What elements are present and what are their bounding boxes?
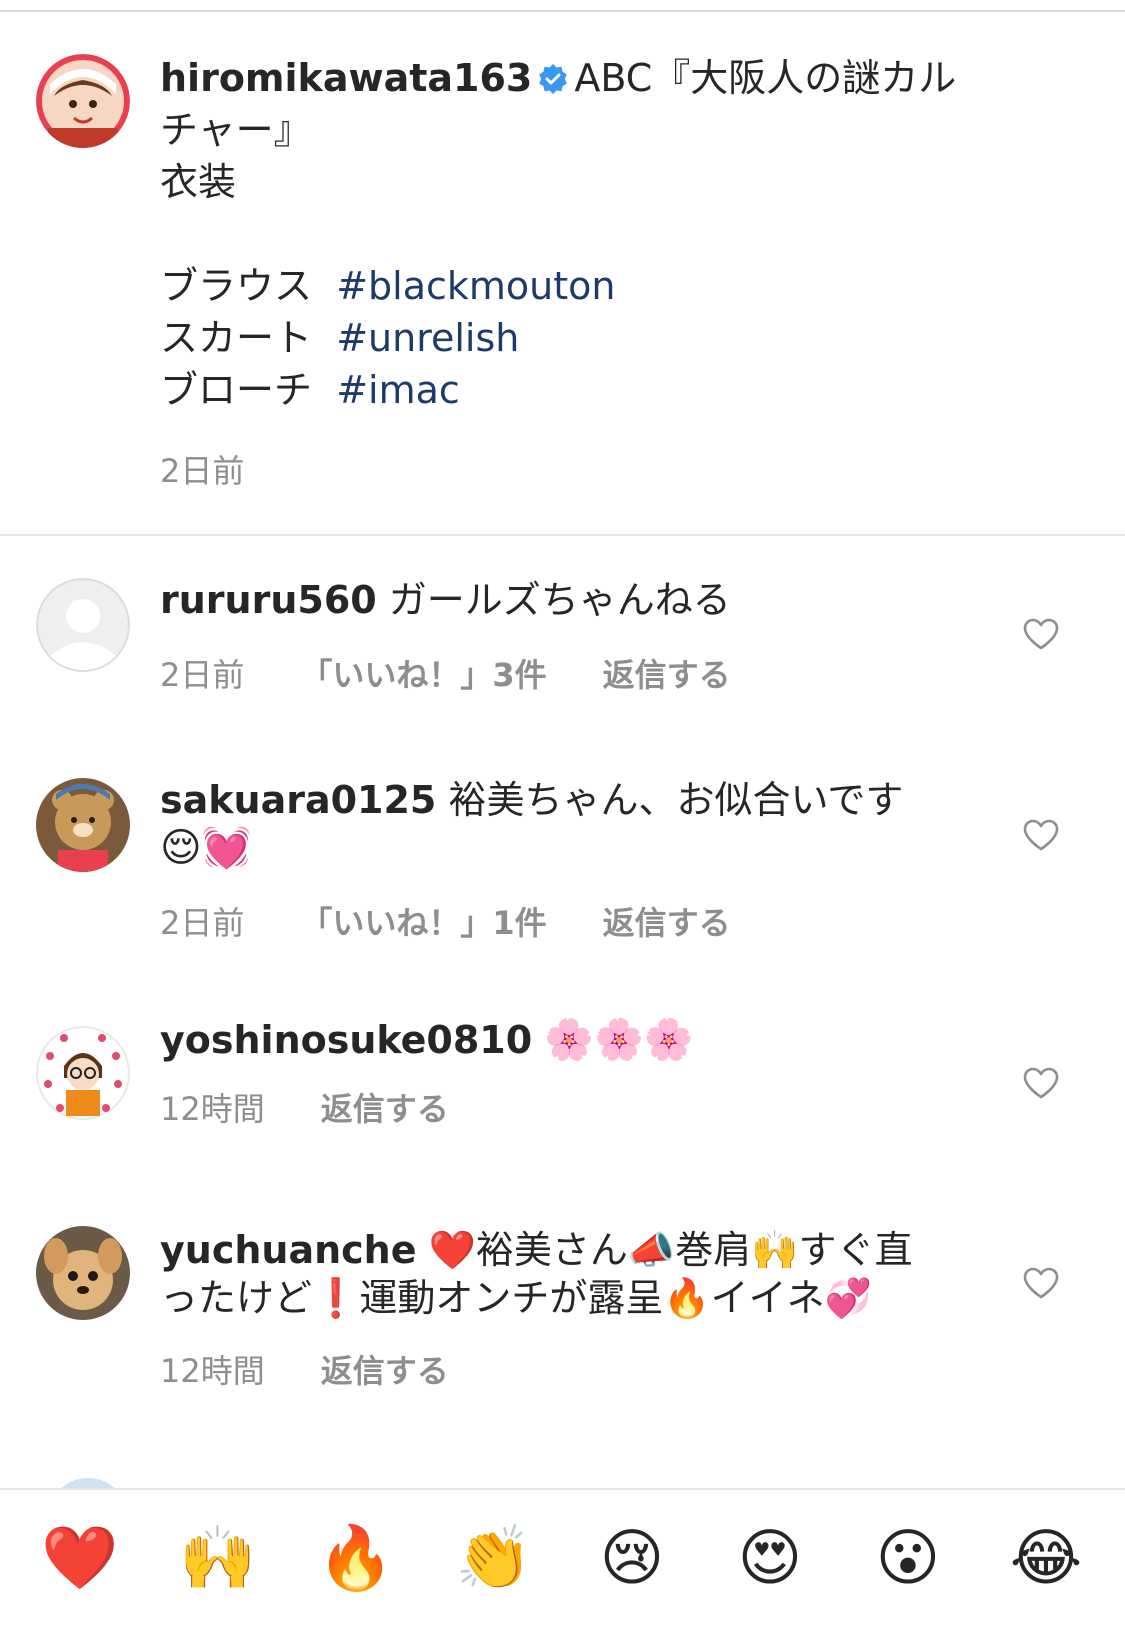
comment-meta: 12時間 返信する — [160, 1346, 505, 1392]
item-label: スカート — [160, 316, 313, 360]
emoji-crying-face-button[interactable]: 😢 — [592, 1518, 672, 1598]
emoji-red-heart-button[interactable]: ❤️ — [40, 1518, 120, 1598]
comment-meta: 12時間 返信する — [160, 1084, 505, 1130]
commenter-avatar[interactable] — [36, 1026, 130, 1120]
reply-button[interactable]: 返信する — [321, 1090, 449, 1128]
emoji-heart-eyes-button[interactable]: 😍 — [730, 1518, 810, 1598]
reply-button[interactable]: 返信する — [321, 1352, 449, 1390]
comment-body: ガールズちゃんねる — [388, 578, 731, 622]
caption-item: ブローチ #imac — [160, 364, 980, 416]
hashtag-link[interactable]: #blackmouton — [336, 264, 615, 308]
comment-time: 12時間 — [160, 1352, 265, 1390]
hashtag-link[interactable]: #imac — [336, 368, 460, 412]
comment-body-line1: ❤️裕美さん📣巻肩🙌すぐ直 — [428, 1228, 913, 1272]
post-username[interactable]: hiromikawata163 — [160, 56, 532, 100]
emoji-clapping-hands-button[interactable]: 👏 — [454, 1518, 534, 1598]
item-label: ブローチ — [160, 368, 313, 412]
comment-time: 12時間 — [160, 1090, 265, 1128]
post-caption: hiromikawata163 ABC『大阪人の謎カル チャー』 衣装 ブラウス… — [160, 52, 980, 416]
quick-emoji-bar: ❤️ 🙌 🔥 👏 😢 😍 😮 😂 — [0, 1488, 1125, 1626]
comment-text: yoshinosuke0810 🌸🌸🌸 — [160, 1016, 960, 1064]
emoji-fire-button[interactable]: 🔥 — [316, 1518, 396, 1598]
caption-item: ブラウス #blackmouton — [160, 260, 980, 312]
commenter-username[interactable]: sakuara0125 — [160, 778, 436, 822]
comment-body: 裕美ちゃん、お似合いです — [448, 778, 904, 822]
reply-button[interactable]: 返信する — [603, 656, 731, 694]
hashtag-link[interactable]: #unrelish — [336, 316, 519, 360]
comment-text: yuchuanche ❤️裕美さん📣巻肩🙌すぐ直 ったけど❗️運動オンチが露呈🔥… — [160, 1226, 960, 1322]
comment-text: rururu560 ガールズちゃんねる — [160, 576, 960, 624]
character-avatar-image — [36, 1026, 130, 1120]
avatar-illustration — [36, 54, 130, 148]
commenter-avatar[interactable] — [36, 1226, 130, 1320]
like-heart-icon[interactable] — [1022, 1266, 1060, 1300]
post-title-line1: ABC『大阪人の謎カル — [574, 56, 957, 100]
default-avatar-icon — [36, 578, 130, 672]
comment-text: sakuara0125 裕美ちゃん、お似合いです 😌💓 — [160, 776, 960, 872]
post-title-line2: チャー』 — [160, 108, 312, 152]
top-divider — [0, 10, 1125, 12]
emoji-raising-hands-button[interactable]: 🙌 — [178, 1518, 258, 1598]
reply-button[interactable]: 返信する — [603, 904, 731, 942]
commenter-username[interactable]: yuchuanche — [160, 1228, 417, 1272]
emoji-tears-of-joy-button[interactable]: 😂 — [1006, 1518, 1086, 1598]
comment-time: 2日前 — [160, 904, 245, 942]
comment-meta: 2日前 「いいね！」1件 返信する — [160, 898, 787, 944]
post-author-avatar[interactable] — [36, 54, 130, 148]
like-heart-icon[interactable] — [1022, 1066, 1060, 1100]
comment-meta: 2日前 「いいね！」3件 返信する — [160, 650, 787, 696]
verified-badge-icon — [539, 64, 568, 94]
dog-avatar-image — [36, 1226, 130, 1320]
comment-likes-link[interactable]: 「いいね！」3件 — [300, 656, 546, 694]
item-label: ブラウス — [160, 264, 313, 308]
commenter-avatar[interactable] — [36, 778, 130, 872]
post-line3: 衣装 — [160, 160, 237, 204]
post-timestamp: 2日前 — [160, 452, 245, 490]
caption-item: スカート #unrelish — [160, 312, 980, 364]
bear-avatar-image — [36, 778, 130, 872]
comment-body: 🌸🌸🌸 — [544, 1017, 694, 1063]
commenter-username[interactable]: rururu560 — [160, 578, 377, 622]
commenter-avatar[interactable] — [36, 578, 130, 672]
comment-time: 2日前 — [160, 656, 245, 694]
emoji-surprised-face-button[interactable]: 😮 — [868, 1518, 948, 1598]
like-heart-icon[interactable] — [1022, 617, 1060, 651]
caption-divider — [0, 534, 1125, 536]
comment-body-line2: ったけど❗️運動オンチが露呈🔥イイネ💞 — [160, 1276, 872, 1320]
like-heart-icon[interactable] — [1022, 818, 1060, 852]
comment-emoji-line: 😌💓 — [160, 825, 252, 871]
comment-likes-link[interactable]: 「いいね！」1件 — [300, 904, 546, 942]
commenter-username[interactable]: yoshinosuke0810 — [160, 1018, 532, 1062]
